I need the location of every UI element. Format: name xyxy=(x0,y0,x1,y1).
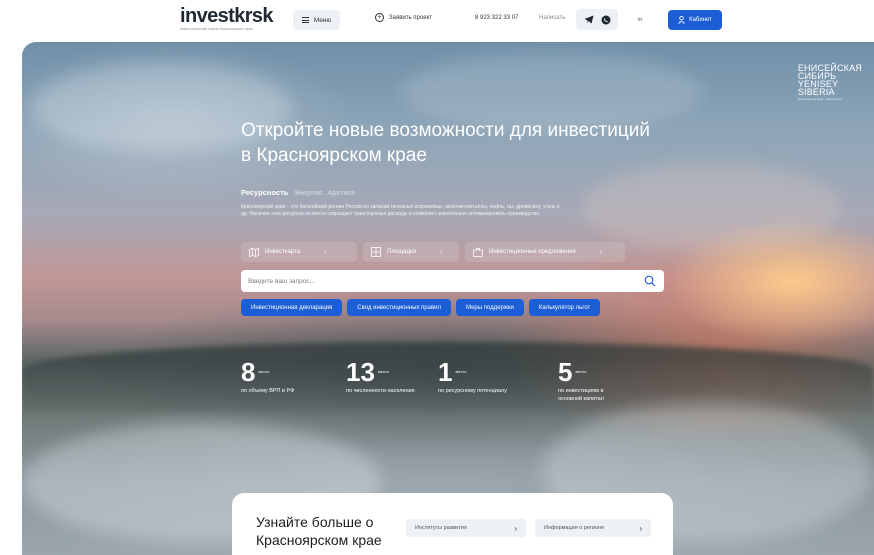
write-label: Написать xyxy=(539,15,566,21)
tab-energy[interactable]: Энергия xyxy=(293,188,322,197)
brand-caption: Красноярский край · Инвестиции xyxy=(797,98,843,101)
learn-more-card: Узнайте больше о Красноярском крае Инсти… xyxy=(232,493,673,555)
quicklink-investment-offers[interactable]: Инвестиционные предложения › xyxy=(465,242,625,262)
burger-icon xyxy=(301,17,309,23)
stat-unit: место xyxy=(575,369,587,374)
stat-label: по инвестициям в основной капитал xyxy=(558,388,604,402)
tab-arctic[interactable]: Арктика xyxy=(327,188,355,197)
quicklink-sites[interactable]: Площадки › xyxy=(363,242,459,262)
hero-action-chips: Инвестиционная декларация Свод инвестици… xyxy=(241,299,601,316)
stat-resources: 1 место по ресурсному потенциалу xyxy=(438,359,508,395)
hero-tabs: Ресурсность Энергия Арктика xyxy=(241,188,355,197)
yenisey-siberia-logo: ЕНИСЕЙСКАЯ СИБИРЬ YENISEY SIBERIA Красно… xyxy=(798,64,862,102)
chevron-right-icon: › xyxy=(514,523,517,533)
tab-resources[interactable]: Ресурсность xyxy=(241,188,288,197)
chevron-right-icon: › xyxy=(324,248,327,256)
briefcase-icon xyxy=(473,247,483,257)
search-bar xyxy=(241,270,664,292)
brand-line: SIBERIA xyxy=(797,87,835,97)
cloud-decoration xyxy=(582,162,842,252)
investment-declaration-button[interactable]: Инвестиционная декларация xyxy=(241,299,343,316)
quick-links: Инвесткарта › Площадки › Инвестиционные … xyxy=(241,242,625,262)
stat-investments: 5 место по инвестициям в основной капитал xyxy=(558,359,628,403)
stat-unit: место xyxy=(377,369,389,374)
stat-grp: 8 место по объему ВРП в РФ xyxy=(241,359,311,395)
stat-unit: место xyxy=(455,369,467,374)
stat-value: 8 xyxy=(241,357,256,387)
chevron-right-icon: › xyxy=(639,523,642,533)
telegram-icon[interactable] xyxy=(584,15,594,24)
region-info-button[interactable]: Информация о регионе › xyxy=(535,519,651,537)
stat-label: по объему ВРП в РФ xyxy=(241,388,295,394)
stat-value: 5 xyxy=(558,357,573,387)
search-icon[interactable] xyxy=(644,275,656,287)
hero-title: Откройте новые возможности для инвестици… xyxy=(241,120,650,166)
quicklink-label: Инвестиционные предложения xyxy=(489,249,576,255)
quicklink-label: Инвесткарта xyxy=(265,249,301,255)
language-switcher[interactable]: пг xyxy=(625,11,655,29)
cabinet-button[interactable]: Кабинет xyxy=(668,10,722,30)
card-link-label: Институты развития xyxy=(415,525,467,531)
apply-project-link[interactable]: Заявить проект xyxy=(389,15,432,21)
logo-subtitle: инвестиционный портал Красноярского края xyxy=(180,27,253,31)
card-link-label: Информация о регионе xyxy=(544,525,605,531)
stat-population: 13 место по численности населения xyxy=(346,359,416,395)
map-icon xyxy=(249,247,259,257)
whatsapp-icon[interactable] xyxy=(601,15,611,25)
investment-rules-button[interactable]: Свод инвестиционных правил xyxy=(347,299,452,316)
messengers-group xyxy=(576,9,618,30)
stat-label: по ресурсному потенциалу xyxy=(438,388,507,394)
quicklink-investmap[interactable]: Инвесткарта › xyxy=(241,242,357,262)
stat-value: 1 xyxy=(438,357,453,387)
logo-wordmark: investkrsk xyxy=(180,5,274,27)
development-institutes-button[interactable]: Институты развития › xyxy=(406,519,526,537)
site-header: investkrsk инвестиционный портал Красноя… xyxy=(0,0,874,40)
quicklink-label: Площадки xyxy=(387,249,416,255)
user-icon xyxy=(678,16,685,24)
hero-banner: ЕНИСЕЙСКАЯ СИБИРЬ YENISEY SIBERIA Красно… xyxy=(22,42,874,555)
cabinet-label: Кабинет xyxy=(689,17,712,23)
chevron-right-icon: › xyxy=(599,248,602,256)
hero-description: Красноярский край – это богатейший регио… xyxy=(241,204,560,217)
language-label: пг xyxy=(637,17,643,23)
menu-label: Меню xyxy=(313,16,332,24)
support-measures-button[interactable]: Меры поддержки xyxy=(456,299,524,316)
search-input[interactable] xyxy=(241,270,636,292)
stat-value: 13 xyxy=(346,357,375,387)
building-grid-icon xyxy=(371,247,381,257)
stat-unit: место xyxy=(258,369,270,374)
chevron-right-icon: › xyxy=(439,248,443,256)
benefits-calculator-button[interactable]: Калькулятор льгот xyxy=(528,299,601,316)
menu-button[interactable]: Меню xyxy=(293,10,340,30)
card-title: Узнайте больше о Красноярском крае xyxy=(256,514,382,548)
site-logo[interactable]: investkrsk инвестиционный портал Красноя… xyxy=(180,5,274,31)
stat-label: по численности населения xyxy=(346,388,415,394)
plus-circle-icon: + xyxy=(375,13,384,22)
phone-number[interactable]: 8 923 322 33 07 xyxy=(475,15,518,21)
